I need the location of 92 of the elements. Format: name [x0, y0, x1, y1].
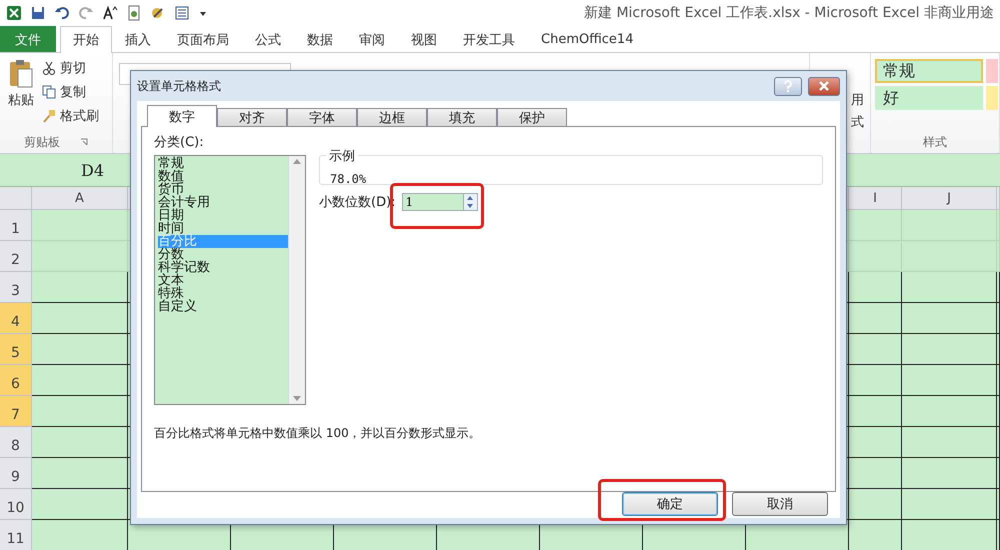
category-item[interactable]: 科学记数 — [158, 261, 288, 274]
ribbon-tab[interactable]: 公式 — [242, 26, 294, 52]
table-cell — [849, 365, 902, 396]
row-header[interactable]: 4 — [0, 303, 32, 334]
category-item[interactable]: 自定义 — [158, 300, 288, 313]
table-cell — [849, 334, 902, 365]
row-header[interactable]: 9 — [0, 458, 32, 489]
category-item[interactable]: 特殊 — [158, 287, 288, 300]
ok-button[interactable]: 确定 — [622, 492, 718, 516]
category-item[interactable]: 文本 — [158, 274, 288, 287]
dialog-tab[interactable]: 字体 — [287, 108, 357, 127]
column-header[interactable]: I — [849, 187, 902, 210]
dialog-tab[interactable]: 保护 — [497, 108, 567, 127]
sample-value: 78.0% — [330, 172, 366, 186]
decimal-places-field[interactable]: 1 — [402, 193, 464, 211]
scissors-icon — [42, 61, 56, 75]
window-title: 新建 Microsoft Excel 工作表.xlsx - Microsoft Excel 非商业用途 — [584, 4, 994, 22]
row-header[interactable]: 6 — [0, 365, 32, 396]
dialog-title: 设置单元格格式 — [137, 78, 221, 94]
row-header[interactable]: 11 — [0, 520, 32, 550]
table-cell — [849, 427, 902, 458]
category-label: 分类(C): — [154, 134, 205, 151]
row-header[interactable]: 7 — [0, 396, 32, 427]
help-icon — [784, 80, 792, 92]
category-item[interactable]: 时间 — [158, 222, 288, 235]
close-icon — [819, 81, 829, 91]
category-list[interactable]: 常规 数值 货币 会计专用 日期 时间 百分比 分数 科学记数 文本 特殊 自定义 — [154, 155, 306, 405]
ribbon-tab[interactable]: 开发工具 — [450, 26, 528, 52]
clipboard-icon — [8, 59, 34, 89]
dialog-tab[interactable]: 数字 — [147, 105, 217, 127]
dialog-tab[interactable]: 对齐 — [217, 108, 287, 127]
undo-icon[interactable] — [54, 4, 70, 20]
font-size-icon[interactable] — [102, 4, 118, 20]
ribbon-tab[interactable]: 审阅 — [346, 26, 398, 52]
table-cell — [849, 241, 902, 272]
ribbon-tab[interactable]: 页面布局 — [164, 26, 242, 52]
spinner[interactable] — [464, 193, 478, 211]
category-item[interactable]: 货币 — [158, 183, 288, 196]
cancel-button[interactable]: 取消 — [732, 492, 828, 516]
copy-button[interactable]: 复制 — [42, 83, 99, 101]
row-header[interactable]: 10 — [0, 489, 32, 520]
category-item[interactable]: 日期 — [158, 209, 288, 222]
ribbon-tab[interactable]: 插入 — [112, 26, 164, 52]
paste-button[interactable]: 粘贴 — [6, 57, 36, 127]
table-cell — [849, 272, 902, 303]
cell-style[interactable]: 常规 — [875, 59, 983, 83]
row-header[interactable]: 1 — [0, 210, 32, 241]
ribbon-label[interactable]: 用 — [851, 91, 864, 109]
redo-icon[interactable] — [78, 4, 94, 20]
form-icon[interactable] — [174, 4, 190, 20]
row-header[interactable]: 5 — [0, 334, 32, 365]
ribbon-label[interactable]: 式 — [851, 113, 864, 131]
group-label: 样式 — [923, 134, 947, 150]
help-button[interactable] — [774, 76, 802, 96]
column-header[interactable]: J — [902, 187, 997, 210]
category-item[interactable]: 会计专用 — [158, 196, 288, 209]
table-cell — [849, 396, 902, 427]
sample-label: 示例 — [326, 147, 358, 165]
cell-style[interactable] — [986, 59, 998, 83]
save-icon[interactable] — [30, 4, 46, 20]
cut-button[interactable]: 剪切 — [42, 59, 99, 77]
table-cell — [849, 303, 902, 334]
copy-icon — [42, 85, 56, 99]
dialog-launcher-icon[interactable] — [80, 138, 88, 146]
ribbon-tab[interactable]: 数据 — [294, 26, 346, 52]
ribbon-tab[interactable]: 文件 — [0, 26, 56, 52]
ribbon-tab[interactable]: 开始 — [60, 26, 112, 53]
category-item[interactable]: 分数 — [158, 248, 288, 261]
description-text: 百分比格式将单元格中数值乘以 100，并以百分数形式显示。 — [154, 425, 482, 442]
row-header[interactable]: 3 — [0, 272, 32, 303]
brush-icon — [42, 109, 56, 123]
table-cell — [849, 489, 902, 520]
dialog-tab[interactable]: 填充 — [427, 108, 497, 127]
cell-style[interactable]: 好 — [875, 86, 983, 110]
ribbon-tab[interactable]: ChemOffice14 — [528, 26, 646, 52]
group-label: 剪贴板 — [24, 134, 60, 150]
scroll-up-icon[interactable] — [293, 159, 301, 164]
row-header[interactable]: 8 — [0, 427, 32, 458]
close-button[interactable] — [808, 76, 840, 96]
scroll-down-icon[interactable] — [293, 396, 301, 401]
column-header[interactable]: A — [32, 187, 128, 210]
ribbon-tab[interactable]: 视图 — [398, 26, 450, 52]
row-header[interactable]: 2 — [0, 241, 32, 272]
format-painter-button[interactable]: 格式刷 — [42, 107, 99, 125]
document-icon[interactable] — [126, 4, 142, 20]
table-cell — [849, 210, 902, 241]
dialog-tab[interactable]: 边框 — [357, 108, 427, 127]
table-cell — [849, 520, 902, 550]
scrollbar[interactable] — [288, 156, 305, 404]
excel-logo-icon[interactable] — [6, 4, 22, 20]
table-cell — [849, 458, 902, 489]
cell-style[interactable] — [986, 86, 998, 110]
